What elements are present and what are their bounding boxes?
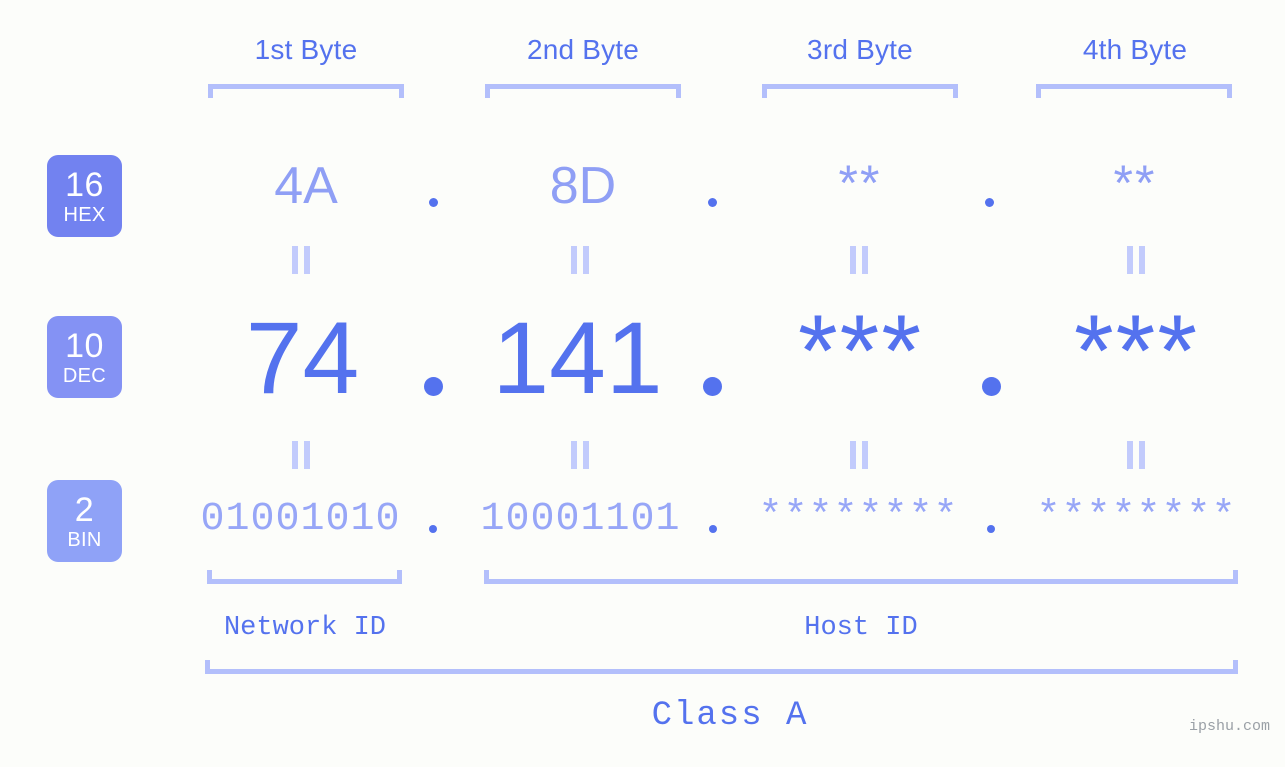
base-badge-bin-number: 2	[74, 490, 95, 529]
dec-separator-1	[424, 377, 443, 396]
base-badge-hex-label: HEX	[63, 203, 106, 226]
base-badge-dec-number: 10	[65, 326, 104, 365]
base-badge-dec-label: DEC	[62, 364, 107, 387]
hex-separator-3	[985, 198, 994, 207]
byte-bracket-3	[762, 84, 958, 98]
hex-separator-2	[708, 198, 717, 207]
byte-header-4: 4th Byte	[1082, 34, 1188, 65]
equals-mark-hex-dec-3	[850, 246, 869, 274]
equals-mark-dec-bin-1	[292, 441, 311, 469]
dec-separator-2	[703, 377, 722, 396]
bin-byte-2: 10001101	[480, 497, 681, 542]
hex-separator-1	[429, 198, 438, 207]
equals-mark-dec-bin-3	[850, 441, 869, 469]
network-id-label: Network ID	[223, 613, 387, 643]
base-badge-bin-label: BIN	[67, 528, 102, 551]
dec-byte-1: 74	[245, 301, 360, 415]
byte-header-2: 2nd Byte	[526, 34, 640, 65]
watermark: ipshu.com	[1189, 718, 1271, 735]
byte-header-3: 3rd Byte	[807, 34, 913, 65]
equals-mark-hex-dec-4	[1127, 246, 1146, 274]
dec-separator-3	[982, 377, 1001, 396]
byte-bracket-2	[485, 84, 681, 98]
bin-separator-2	[709, 525, 717, 533]
ip-address-breakdown-diagram: 1st Byte 2nd Byte 3rd Byte 4th Byte 16 H…	[0, 0, 1285, 767]
dec-byte-4: ***	[1073, 294, 1200, 408]
host-id-bracket	[484, 570, 1238, 584]
bin-byte-3: ********	[758, 495, 959, 540]
class-label: Class A	[651, 697, 809, 735]
bin-separator-1	[429, 525, 437, 533]
equals-mark-hex-dec-1	[292, 246, 311, 274]
byte-header-1: 1st Byte	[254, 34, 358, 65]
hex-byte-2: 8D	[549, 157, 617, 215]
host-id-label: Host ID	[804, 613, 918, 643]
class-bracket	[205, 660, 1238, 674]
hex-byte-1: 4A	[274, 157, 338, 215]
network-id-bracket	[207, 570, 402, 584]
equals-mark-hex-dec-2	[571, 246, 590, 274]
byte-bracket-1	[208, 84, 404, 98]
dec-byte-3: ***	[797, 294, 924, 408]
dec-byte-2: 141	[492, 301, 663, 415]
bin-byte-4: ********	[1036, 495, 1237, 540]
equals-mark-dec-bin-2	[571, 441, 590, 469]
hex-byte-3: **	[838, 155, 882, 211]
base-badge-bin[interactable]: 2 BIN	[47, 480, 122, 562]
base-badge-dec[interactable]: 10 DEC	[47, 316, 122, 398]
base-badge-hex[interactable]: 16 HEX	[47, 155, 122, 237]
bin-separator-3	[987, 525, 995, 533]
hex-byte-4: **	[1113, 155, 1157, 211]
equals-mark-dec-bin-4	[1127, 441, 1146, 469]
bin-byte-1: 01001010	[200, 497, 401, 542]
byte-bracket-4	[1036, 84, 1232, 98]
base-badge-hex-number: 16	[65, 165, 104, 204]
